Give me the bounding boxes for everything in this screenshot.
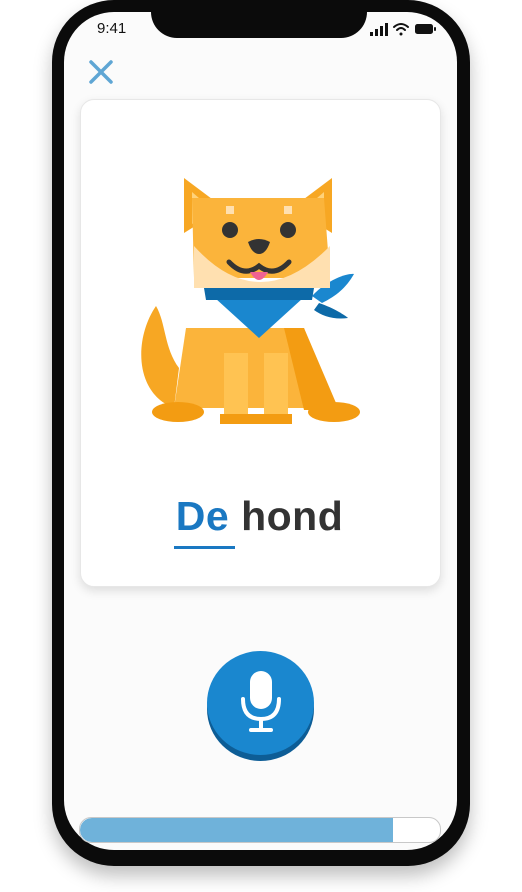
article-word: De xyxy=(173,493,236,549)
shiba-dog-illustration xyxy=(141,178,360,424)
microphone-icon xyxy=(241,671,281,732)
battery-icon xyxy=(415,24,436,34)
noun-word: hond xyxy=(241,493,344,539)
wifi-icon xyxy=(393,23,409,36)
progress-fill xyxy=(80,818,394,842)
microphone-button[interactable] xyxy=(207,651,314,761)
status-icons xyxy=(370,23,436,36)
signal-icon xyxy=(370,23,388,36)
progress-bar xyxy=(79,817,441,843)
notch xyxy=(151,0,367,38)
vocabulary-word: De hond xyxy=(80,492,439,549)
close-icon xyxy=(89,60,113,84)
status-time: 9:41 xyxy=(97,20,127,37)
close-button[interactable] xyxy=(87,58,115,86)
